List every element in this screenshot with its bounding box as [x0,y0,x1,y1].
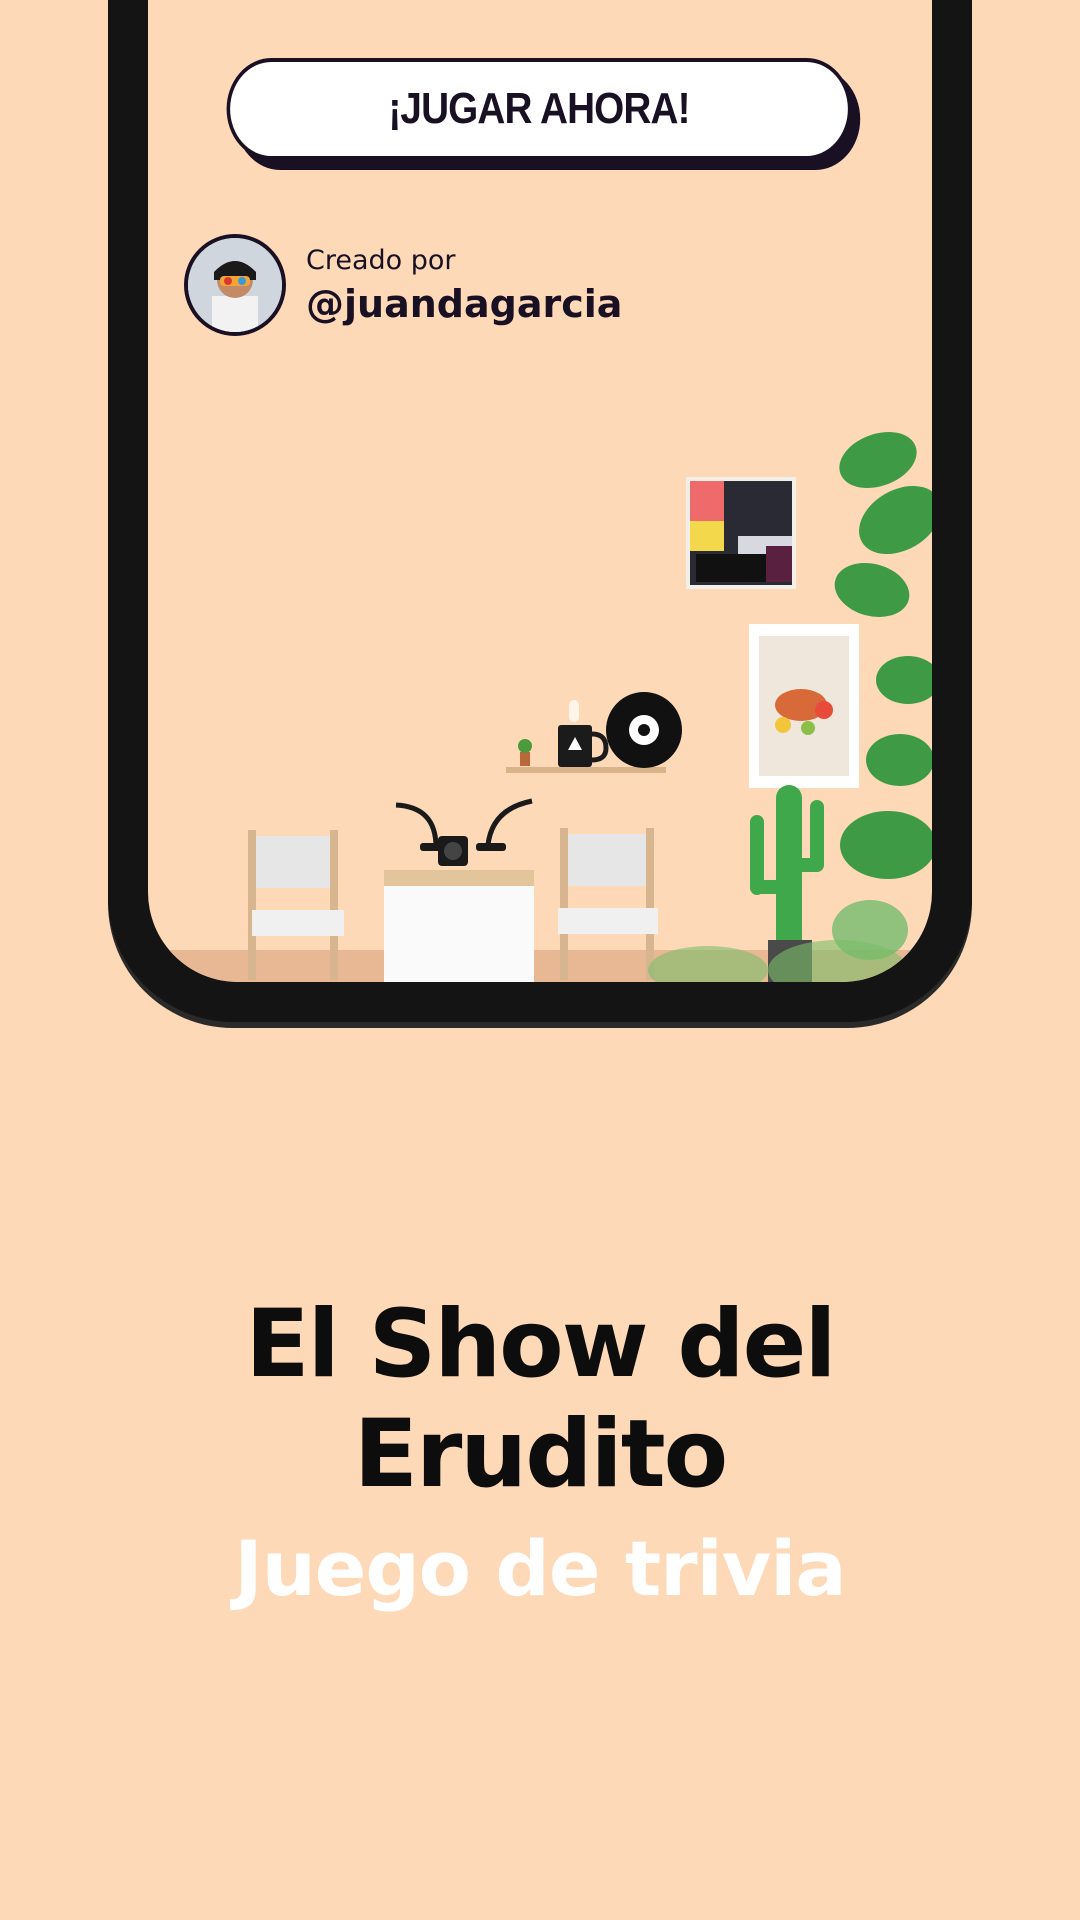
app-subtitle: Juego de trivia [234,1524,846,1613]
play-now-button[interactable]: ¡JUGAR AHORA! [226,58,852,160]
mug [558,700,609,767]
phone-mockup: ¡JUGAR AHORA! Creado por @juandagarcia [108,0,972,1022]
author-info: Creado por @juandagarcia [184,234,622,336]
avatar-photo [188,238,282,332]
app-title: El Show del Erudito [245,1290,836,1509]
wall-picture-game [686,477,796,589]
wall-picture-still-life [749,624,859,788]
created-by-label: Creado por [306,244,456,276]
avatar[interactable] [184,234,286,336]
phone-screen: ¡JUGAR AHORA! Creado por @juandagarcia [148,0,932,982]
author-username[interactable]: @juandagarcia [306,282,622,326]
app-title-block: El Show del Erudito Juego de trivia [0,1290,1080,1613]
